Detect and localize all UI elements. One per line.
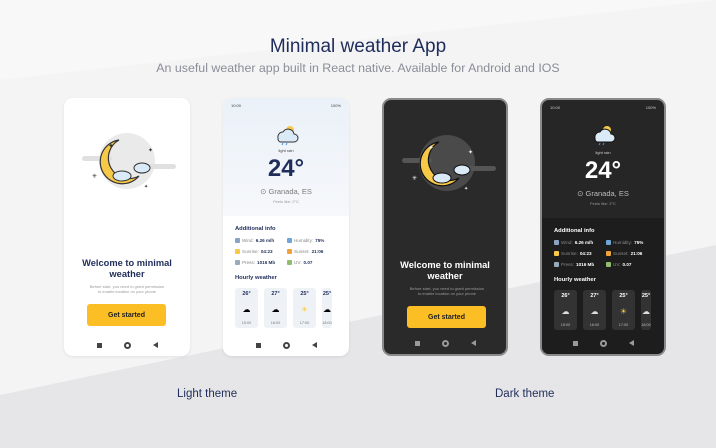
moon-night-illustration: ✦ ✦ ✳ ✦ — [82, 133, 176, 190]
get-started-button[interactable]: Get started — [407, 306, 486, 328]
info-row-sun: Sunrise: 04:23 Sunset: 21:06 — [554, 251, 658, 256]
weather-condition: light rain — [278, 148, 294, 153]
rain-cloud-icon — [594, 126, 616, 146]
svg-text:✦: ✦ — [468, 149, 473, 156]
info-panel — [542, 218, 664, 354]
home-button[interactable] — [282, 341, 290, 349]
status-battery: 100% — [330, 103, 341, 108]
moon-night-illustration: ✦ ✦ ✳ ✦ — [402, 135, 496, 192]
hourly-list: 26° ☁ 15:00 27° ☁ 16:00 25° ☀ 17:00 25° ☁ 18:00 — [235, 288, 332, 328]
wind-icon — [235, 238, 240, 243]
recent-apps-button[interactable] — [255, 342, 261, 348]
info-row-sun: Sunrise: 04:23 Sunset: 21:06 — [235, 249, 339, 254]
uv-icon — [606, 262, 611, 267]
current-temperature: 24° — [584, 157, 622, 184]
cloud-icon: ☁ — [323, 304, 331, 314]
hourly-card[interactable]: 27° ☁ 16:00 — [264, 288, 287, 328]
android-nav-bar — [223, 340, 349, 350]
page-title: Minimal weather App — [269, 36, 447, 57]
hourly-card[interactable]: 25° ☀ 17:00 — [612, 290, 635, 330]
location-pin-icon: ⊙ — [577, 189, 586, 198]
svg-text:✦: ✦ — [428, 144, 434, 152]
hourly-weather-title: Hourly weather — [554, 277, 596, 283]
rain-cloud-icon: ☁ — [271, 304, 280, 314]
pressure-icon — [554, 262, 559, 267]
recent-apps-button[interactable] — [96, 342, 102, 348]
permission-text: Before start, you need to grant permissi… — [89, 284, 165, 294]
svg-text:✦: ✦ — [144, 184, 148, 190]
hourly-card[interactable]: 26° ☁ 15:00 — [554, 290, 577, 330]
sunrise-icon — [235, 249, 240, 254]
info-row-wind: Wind: 6.26 m/h Humidity: 75% — [235, 238, 339, 243]
info-row-press: Press: 1016 Mb UV: 0.07 — [554, 262, 658, 267]
back-button[interactable] — [628, 340, 634, 346]
humidity-icon — [287, 238, 292, 243]
status-time: 10:00 — [550, 105, 561, 110]
hourly-card[interactable]: 27° ☁ 16:00 — [583, 290, 606, 330]
home-button[interactable] — [441, 339, 449, 347]
rain-cloud-icon: ☁ — [590, 306, 599, 316]
page-subtitle: An useful weather app built in React nat… — [156, 61, 560, 75]
back-button[interactable] — [152, 342, 158, 348]
phone-dark-welcome: ✦ ✦ ✳ ✦ Welcome to minimal weather Befor… — [382, 98, 508, 356]
additional-info-title: Additional info — [235, 226, 276, 232]
wind-icon — [554, 240, 559, 245]
hourly-card[interactable]: 25° ☁ 18:00 — [322, 288, 332, 328]
back-button[interactable] — [470, 340, 476, 346]
svg-text:✦: ✦ — [464, 186, 468, 192]
svg-text:✦: ✦ — [148, 147, 153, 154]
phone-dark-weather: 10:00 100% light rain 24° ⊙ Granada, ES … — [540, 98, 666, 356]
welcome-title: Welcome to minimal weather — [400, 260, 490, 281]
dark-theme-label: Dark theme — [495, 388, 555, 400]
home-button[interactable] — [123, 341, 131, 349]
phone-light-weather: 10:00 100% light rain 24° ⊙ Granada, ES … — [223, 98, 349, 356]
permission-text: Before start, you need to grant permissi… — [409, 286, 485, 296]
location: ⊙ Granada, ES — [260, 187, 312, 196]
home-button[interactable] — [599, 339, 607, 347]
welcome-title: Welcome to minimal weather — [82, 258, 172, 279]
rain-cloud-icon: ☁ — [242, 304, 251, 314]
svg-text:✳: ✳ — [92, 173, 97, 180]
get-started-button[interactable]: Get started — [87, 304, 166, 326]
svg-text:✦: ✦ — [108, 142, 114, 150]
current-temperature: 24° — [267, 155, 305, 182]
info-row-wind: Wind: 6.26 m/h Humidity: 75% — [554, 240, 658, 245]
hourly-card[interactable]: 25° ☁ 18:00 — [641, 290, 651, 330]
pressure-icon — [235, 260, 240, 265]
cloud-icon: ☁ — [642, 306, 650, 316]
hourly-card[interactable]: 25° ☀ 17:00 — [293, 288, 316, 328]
sunset-icon — [606, 251, 611, 256]
feels-like: Feels like: 2°C — [273, 199, 299, 204]
sun-icon: ☀ — [619, 306, 628, 316]
hourly-weather-title: Hourly weather — [235, 275, 277, 281]
info-row-press: Press: 1016 Mb UV: 0.07 — [235, 260, 339, 265]
uv-icon — [287, 260, 292, 265]
additional-info-title: Additional info — [554, 228, 595, 234]
sunset-icon — [287, 249, 292, 254]
location-pin-icon: ⊙ — [260, 187, 269, 196]
sun-icon: ☀ — [300, 304, 309, 314]
light-theme-label: Light theme — [177, 388, 238, 400]
feels-like: Feels like: 2°C — [590, 201, 616, 206]
android-nav-bar — [64, 340, 190, 350]
hourly-card[interactable]: 26° ☁ 15:00 — [235, 288, 258, 328]
svg-text:✳: ✳ — [412, 175, 417, 182]
phone-light-welcome: ✦ ✦ ✳ ✦ Welcome to minimal weather Befor… — [64, 98, 190, 356]
hourly-list: 26° ☁ 15:00 27° ☁ 16:00 25° ☀ 17:00 25° ☁ 18:00 — [554, 290, 651, 330]
rain-cloud-icon — [277, 126, 299, 146]
sunrise-icon — [554, 251, 559, 256]
humidity-icon — [606, 240, 611, 245]
weather-condition: light rain — [595, 150, 611, 155]
back-button[interactable] — [311, 342, 317, 348]
recent-apps-button[interactable] — [572, 340, 578, 346]
status-time: 10:00 — [231, 103, 242, 108]
info-panel — [223, 216, 349, 356]
android-nav-bar — [542, 338, 664, 348]
location: ⊙ Granada, ES — [577, 189, 629, 198]
recent-apps-button[interactable] — [414, 340, 420, 346]
status-battery: 100% — [645, 105, 656, 110]
android-nav-bar — [384, 338, 506, 348]
rain-cloud-icon: ☁ — [561, 306, 570, 316]
